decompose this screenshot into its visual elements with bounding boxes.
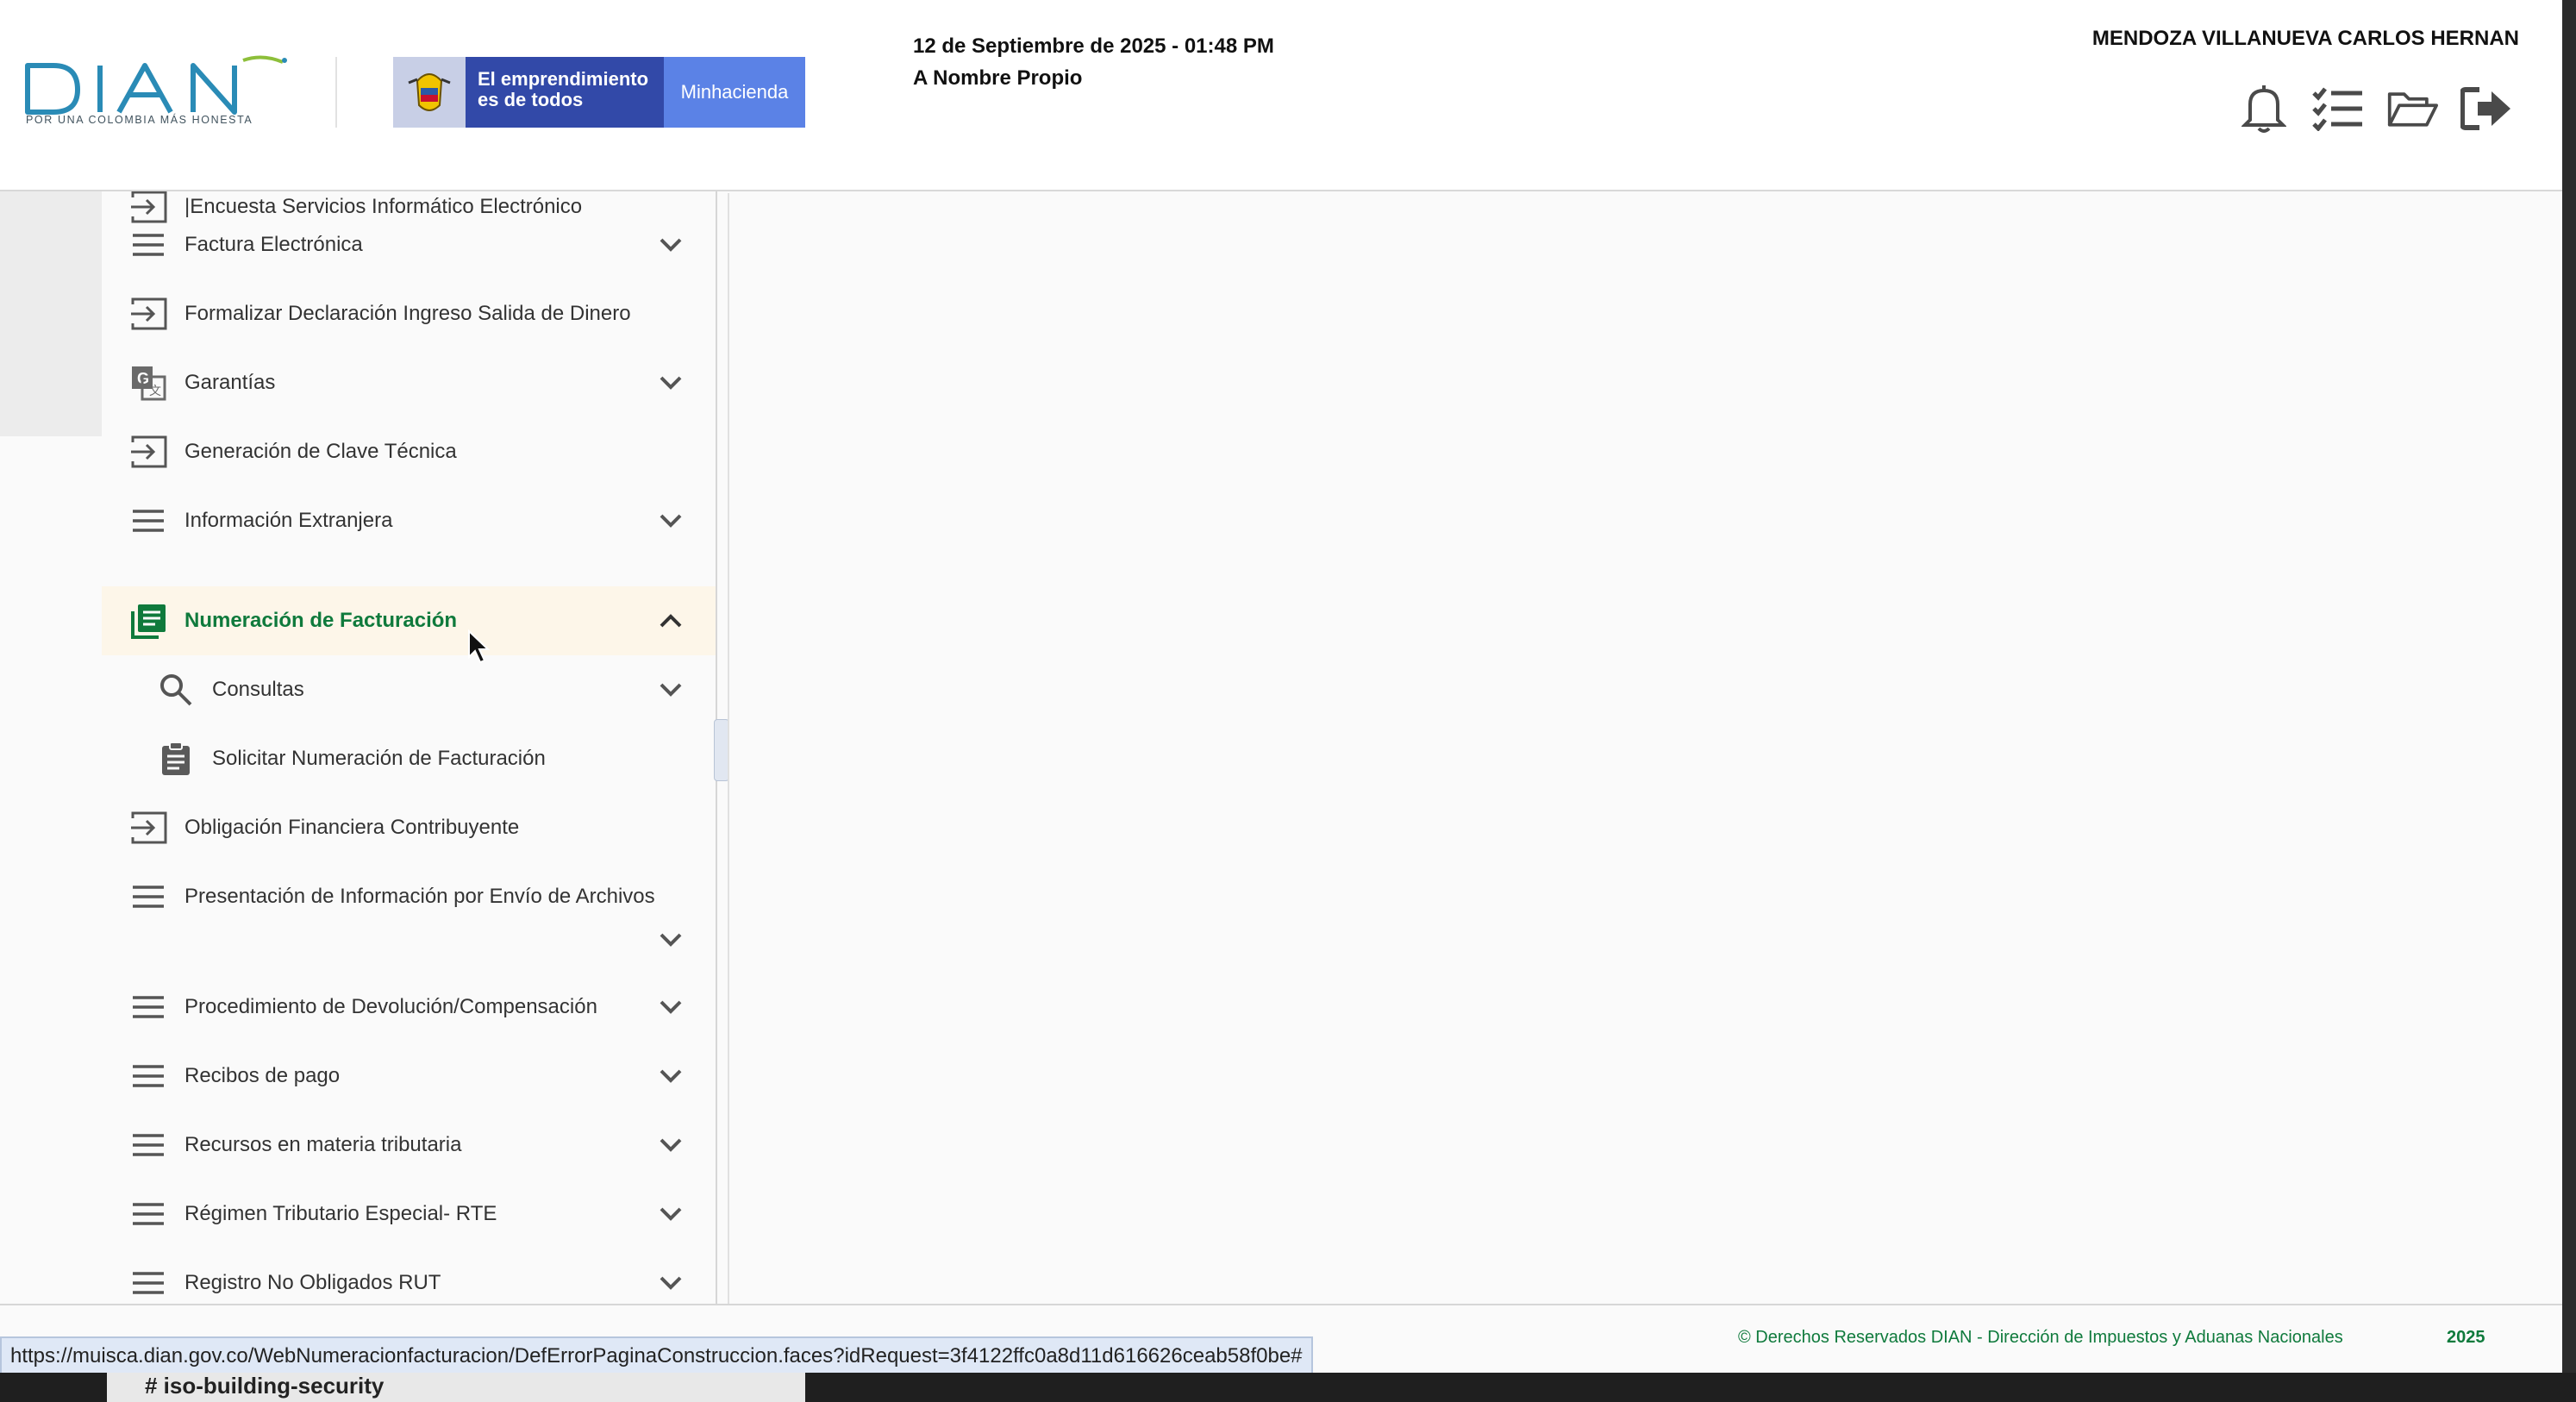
library-books-icon [129, 602, 167, 640]
menu-lines-icon [129, 988, 167, 1026]
background-window-text: # iso-building-security [145, 1373, 385, 1399]
session-mode: A Nombre Propio [913, 66, 1083, 90]
logout-icon[interactable] [2460, 83, 2512, 135]
sidebar-subitem-consultas[interactable]: Consultas [102, 655, 716, 724]
sidebar-item-label: Recibos de pago [184, 1064, 341, 1087]
chevron-up-icon[interactable] [657, 607, 685, 635]
sidebar-item-recibos-pago[interactable]: Recibos de pago [102, 1042, 716, 1111]
login-arrow-icon [129, 433, 167, 471]
sidebar-item-label: Procedimiento de Devolución/Compensación [184, 995, 597, 1018]
gov-slogan-line1: El emprendimiento [478, 68, 649, 90]
ministry-label: Minhacienda [664, 57, 805, 128]
sidebar-item-label: Factura Electrónica [184, 233, 363, 256]
chevron-down-icon[interactable] [657, 993, 685, 1021]
folder-open-icon[interactable] [2386, 83, 2438, 135]
sidebar-item-label: Consultas [212, 678, 304, 701]
sidebar-item-presentacion-informacion[interactable]: Presentación de Información por Envío de… [102, 862, 716, 973]
sidebar-item-obligacion-financiera[interactable]: Obligación Financiera Contribuyente [102, 793, 716, 862]
gov-slogan: El emprendimiento es de todos [466, 57, 664, 128]
session-datetime: 12 de Septiembre de 2025 - 01:48 PM [913, 34, 1274, 58]
bell-icon[interactable] [2238, 83, 2290, 135]
sidebar-item-label: Información Extranjera [184, 509, 393, 532]
header-actions [2238, 83, 2512, 135]
sidebar-item-devolucion-compensacion[interactable]: Procedimiento de Devolución/Compensación [102, 973, 716, 1042]
chevron-down-icon[interactable] [657, 1131, 685, 1159]
sidebar-item-regimen-especial[interactable]: Régimen Tributario Especial- RTE [102, 1180, 716, 1249]
sidebar-subitem-solicitar-numeracion[interactable]: Solicitar Numeración de Facturación [102, 724, 716, 793]
chevron-down-icon[interactable] [657, 1269, 685, 1297]
sidebar-item-numeracion-facturacion[interactable]: Numeración de Facturación [102, 586, 716, 655]
sidebar-item-garantias[interactable]: G 文 Garantías [102, 348, 716, 417]
sidebar-item-formalizar-declaracion[interactable]: Formalizar Declaración Ingreso Salida de… [102, 279, 716, 348]
search-icon [157, 671, 195, 709]
sidebar-item-label: Formalizar Declaración Ingreso Salida de… [184, 302, 631, 325]
government-banner[interactable]: El emprendimiento es de todos Minhaciend… [393, 57, 805, 128]
browser-page: POR UNA COLOMBIA MÁS HONESTA El emprendi… [0, 0, 2562, 1373]
menu-lines-icon [129, 1057, 167, 1095]
sidebar-item-label: Solicitar Numeración de Facturación [212, 747, 546, 770]
header-divider [335, 57, 337, 128]
footer-year: 2025 [2447, 1328, 2485, 1347]
sidebar-item-label: Registro No Obligados RUT [184, 1271, 441, 1294]
gov-slogan-line2: es de todos [478, 89, 584, 110]
chevron-down-icon[interactable] [657, 1200, 685, 1228]
chevron-down-icon[interactable] [657, 231, 685, 259]
coat-of-arms-icon [393, 57, 466, 128]
chevron-down-icon[interactable] [657, 926, 685, 954]
menu-lines-icon [129, 502, 167, 540]
sidebar-menu: |Encuesta Servicios Informático Electrón… [102, 191, 717, 1304]
sidebar-item-label: Numeración de Facturación [184, 609, 458, 632]
menu-lines-icon [129, 1264, 167, 1302]
menu-lines-icon [129, 226, 167, 264]
clipboard-icon [157, 740, 195, 778]
mouse-cursor-icon [468, 629, 490, 664]
sidebar-item-recursos-tributaria[interactable]: Recursos en materia tributaria [102, 1111, 716, 1180]
sidebar-item-label: Presentación de Información por Envío de… [184, 885, 655, 908]
task-list-icon[interactable] [2312, 83, 2364, 135]
sidebar-item-label: Recursos en materia tributaria [184, 1133, 462, 1156]
login-arrow-icon [129, 295, 167, 333]
sidebar-item-label: Generación de Clave Técnica [184, 440, 457, 463]
sidebar-item-label: Obligación Financiera Contribuyente [184, 816, 520, 839]
footer-copyright: © Derechos Reservados DIAN - Dirección d… [1738, 1328, 2343, 1347]
menu-lines-icon [129, 1126, 167, 1164]
svg-text:文: 文 [149, 384, 161, 397]
sidebar-item-factura-electronica[interactable]: Factura Electrónica [102, 210, 716, 279]
dian-tagline: POR UNA COLOMBIA MÁS HONESTA [26, 114, 253, 126]
menu-lines-icon [129, 1195, 167, 1233]
sidebar-item-registro-no-obligados[interactable]: Registro No Obligados RUT [102, 1249, 716, 1304]
status-bar-url: https://muisca.dian.gov.co/WebNumeracion… [0, 1336, 1313, 1373]
app-header: POR UNA COLOMBIA MÁS HONESTA El emprendi… [0, 0, 2562, 191]
footer-divider [0, 1304, 2562, 1305]
sidebar-item-label: Régimen Tributario Especial- RTE [184, 1202, 497, 1225]
left-gutter [0, 191, 102, 436]
sidebar-item-informacion-extranjera[interactable]: Información Extranjera [102, 486, 716, 555]
translate-icon: G 文 [129, 364, 167, 402]
chevron-down-icon[interactable] [657, 369, 685, 397]
chevron-down-icon[interactable] [657, 1062, 685, 1090]
chevron-down-icon[interactable] [657, 676, 685, 704]
menu-lines-icon [129, 878, 167, 916]
main-content [728, 193, 2562, 1304]
chevron-down-icon[interactable] [657, 507, 685, 535]
login-arrow-icon [129, 809, 167, 847]
user-name: MENDOZA VILLANUEVA CARLOS HERNAN [2091, 27, 2519, 50]
sidebar-item-clave-tecnica[interactable]: Generación de Clave Técnica [102, 417, 716, 486]
sidebar-item-label: Garantías [184, 371, 276, 394]
